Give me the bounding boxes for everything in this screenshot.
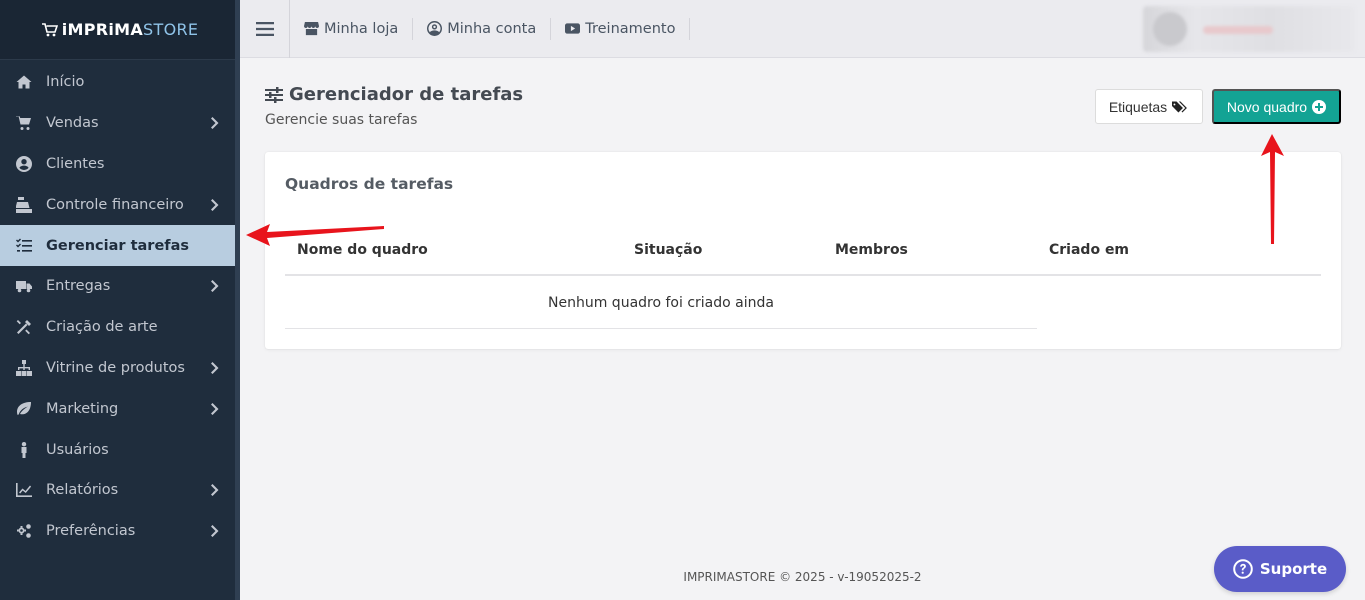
user-circle-icon [14,154,34,174]
sidebar-item-vendas[interactable]: Vendas [0,103,235,144]
support-button-label: Suporte [1259,560,1328,578]
topbar: Minha loja Minha conta Treinamento [240,0,1365,58]
sidebar-item-label: Relatórios [46,482,119,499]
card-title: Quadros de tarefas [285,175,454,193]
chart-line-icon [14,480,34,500]
new-board-button[interactable]: Novo quadro [1212,89,1341,124]
sidebar-item-label: Usuários [46,441,109,458]
column-header-status[interactable]: Situação [634,242,702,258]
chevron-right-icon [211,402,219,415]
sidebar-item-preferencias[interactable]: Preferências [0,511,235,552]
sidebar-item-entregas[interactable]: Entregas [0,266,235,307]
home-icon [14,72,34,92]
footer: IMPRIMASTORE © 2025 - v-19052025-2 [683,570,922,584]
sliders-icon [265,86,283,103]
sidebar-item-relatorios[interactable]: Relatórios [0,470,235,511]
new-board-button-label: Novo quadro [1226,98,1308,115]
sidebar-item-label: Preferências [46,523,136,540]
plus-circle-icon [1312,99,1327,114]
tags-button-label: Etiquetas [1108,98,1168,115]
menu-toggle-button[interactable] [240,0,290,58]
sidebar-item-criacao-de-arte[interactable]: Criação de arte [0,307,235,348]
sidebar-item-label: Criação de arte [46,319,158,336]
leaf-icon [14,399,34,419]
column-header-created[interactable]: Criado em [1049,242,1129,258]
chevron-right-icon [211,361,219,374]
cart-icon [14,113,34,133]
column-header-name[interactable]: Nome do quadro [297,242,428,258]
sidebar-item-gerenciar-tarefas[interactable]: Gerenciar tarefas [0,225,235,266]
sidebar-item-label: Entregas [46,278,111,295]
chevron-right-icon [211,198,219,211]
sidebar-item-label: Início [46,74,85,91]
sidebar-item-label: Clientes [46,155,105,172]
avatar [1153,12,1187,46]
sidebar-item-controle-financeiro[interactable]: Controle financeiro [0,184,235,225]
sidebar-item-inicio[interactable]: Início [0,62,235,103]
sidebar-item-clientes[interactable]: Clientes [0,144,235,185]
topbar-link-label: Minha conta [447,20,537,37]
cart-logo-icon [41,22,58,36]
support-button[interactable]: Suporte [1214,546,1346,592]
question-circle-icon [1233,559,1253,579]
column-header-members[interactable]: Membros [835,242,908,258]
chevron-right-icon [211,484,219,497]
gears-icon [14,521,34,541]
chevron-right-icon [211,117,219,130]
tags-icon [1172,101,1188,112]
sidebar-item-label: Vitrine de produtos [46,359,185,376]
user-name-redacted [1203,26,1273,34]
account-circle-icon [427,21,443,36]
boards-card: Quadros de tarefas Nome do quadro Situaç… [265,152,1341,349]
brand-name-bold: iMPRiMA [61,20,144,39]
topbar-link-label: Treinamento [585,20,676,37]
brand-name-light: STORE [143,20,199,39]
sidebar-item-label: Gerenciar tarefas [46,237,190,254]
hamburger-icon [255,21,274,36]
sidebar-item-vitrine-de-produtos[interactable]: Vitrine de produtos [0,348,235,389]
brand-logo: iMPRiMA STORE [41,20,199,39]
empty-table-message: Nenhum quadro foi criado ainda [285,278,1037,329]
sidebar-nav: Início Vendas Clientes Controle financei… [0,60,240,552]
page-title: Gerenciador de tarefas [265,84,523,105]
boards-table-header: Nome do quadro Situação Membros Criado e… [285,232,1321,276]
truck-icon [14,276,34,296]
brand[interactable]: iMPRiMA STORE [0,0,240,60]
sidebar-item-label: Vendas [46,115,99,132]
sidebar: iMPRiMA STORE Início Vendas Clientes Cont… [0,0,240,600]
topbar-link-label: Minha loja [324,20,399,37]
tools-icon [14,317,34,337]
user-profile-menu[interactable] [1143,6,1355,52]
chevron-right-icon [211,280,219,293]
sidebar-item-marketing[interactable]: Marketing [0,388,235,429]
task-list-icon [14,236,34,256]
topbar-link-minha-loja[interactable]: Minha loja [298,17,414,40]
sidebar-item-label: Marketing [46,400,119,417]
person-icon [14,440,34,460]
chevron-right-icon [211,525,219,538]
sidebar-item-label: Controle financeiro [46,196,184,213]
topbar-link-treinamento[interactable]: Treinamento [559,17,691,40]
store-icon [304,21,319,36]
page-title-text: Gerenciador de tarefas [289,84,524,105]
sitemap-icon [14,358,34,378]
sidebar-item-usuarios[interactable]: Usuários [0,429,235,470]
main-content: Gerenciador de tarefas Gerencie suas tar… [240,58,1365,600]
topbar-link-minha-conta[interactable]: Minha conta [421,17,552,40]
cash-register-icon [14,195,34,215]
page-subtitle: Gerencie suas tarefas [265,112,418,128]
tags-button[interactable]: Etiquetas [1095,89,1203,124]
youtube-icon [565,23,581,34]
